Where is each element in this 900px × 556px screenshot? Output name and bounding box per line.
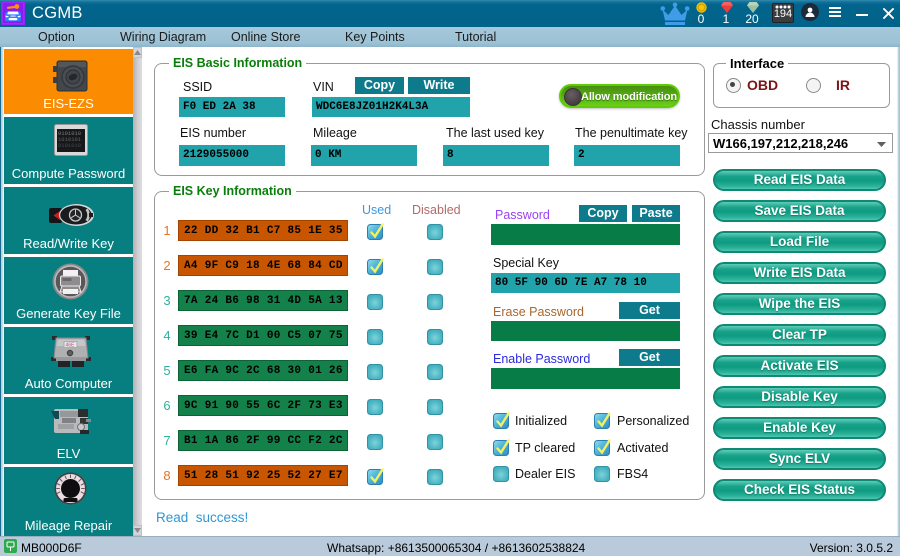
svg-text:46E: 46E [66, 343, 76, 349]
svg-text:0101010: 0101010 [58, 142, 81, 149]
